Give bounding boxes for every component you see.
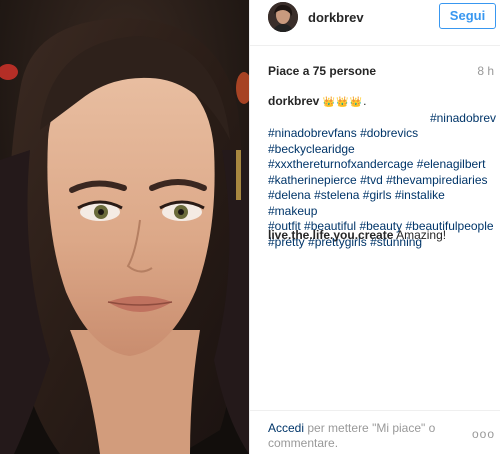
hashtag[interactable]: #girls (363, 188, 392, 202)
hashtag[interactable]: #instalike (395, 188, 445, 202)
hashtag[interactable]: #makeup (268, 204, 317, 218)
login-link[interactable]: Accedi (268, 421, 304, 435)
post-photo[interactable] (0, 0, 249, 454)
likes-row: Piace a 75 persone 8 h (268, 64, 496, 80)
post-timestamp[interactable]: 8 h (477, 64, 494, 78)
post-header: dorkbrev Segui (250, 0, 500, 46)
hashtag[interactable]: #beckyclearidge (268, 142, 355, 156)
hashtag[interactable]: #delena (268, 188, 311, 202)
comment: live.the.life.you.create Amazing! (268, 228, 496, 243)
caption-username[interactable]: dorkbrev (268, 94, 319, 108)
hashtag[interactable]: #tvd (360, 173, 383, 187)
hashtag[interactable]: #dobrevics (360, 126, 418, 140)
avatar-image (268, 2, 298, 32)
hashtag[interactable]: #xxxthereturnofxandercage (268, 157, 413, 171)
hashtag[interactable]: #ninadobrevfans (268, 126, 357, 140)
caption-punctuation: . (363, 94, 367, 108)
crown-emoji: 👑👑👑 (322, 97, 364, 108)
avatar[interactable] (268, 2, 298, 32)
post-caption: dorkbrev 👑👑👑. #ninadobrev #ninadobrevfan… (268, 94, 496, 250)
portrait-image (0, 0, 249, 454)
login-prompt: Accedi per mettere "Mi piace" o commenta… (268, 421, 458, 451)
hashtag[interactable]: #ninadobrev (430, 111, 496, 125)
hashtag[interactable]: #katherinepierce (268, 173, 357, 187)
follow-button[interactable]: Segui (439, 3, 496, 29)
more-options-icon[interactable]: ooo (472, 427, 495, 441)
hashtag[interactable]: #thevampirediaries (386, 173, 487, 187)
hashtag[interactable]: #stelena (314, 188, 359, 202)
comment-username[interactable]: live.the.life.you.create (268, 228, 393, 242)
post-author-username[interactable]: dorkbrev (308, 10, 364, 25)
hashtag[interactable]: #elenagilbert (417, 157, 486, 171)
comment-text: Amazing! (396, 228, 447, 242)
post-footer: Accedi per mettere "Mi piace" o commenta… (250, 410, 500, 454)
post-details-panel: dorkbrev Segui Piace a 75 persone 8 h do… (249, 0, 500, 454)
likes-count[interactable]: Piace a 75 persone (268, 64, 376, 78)
